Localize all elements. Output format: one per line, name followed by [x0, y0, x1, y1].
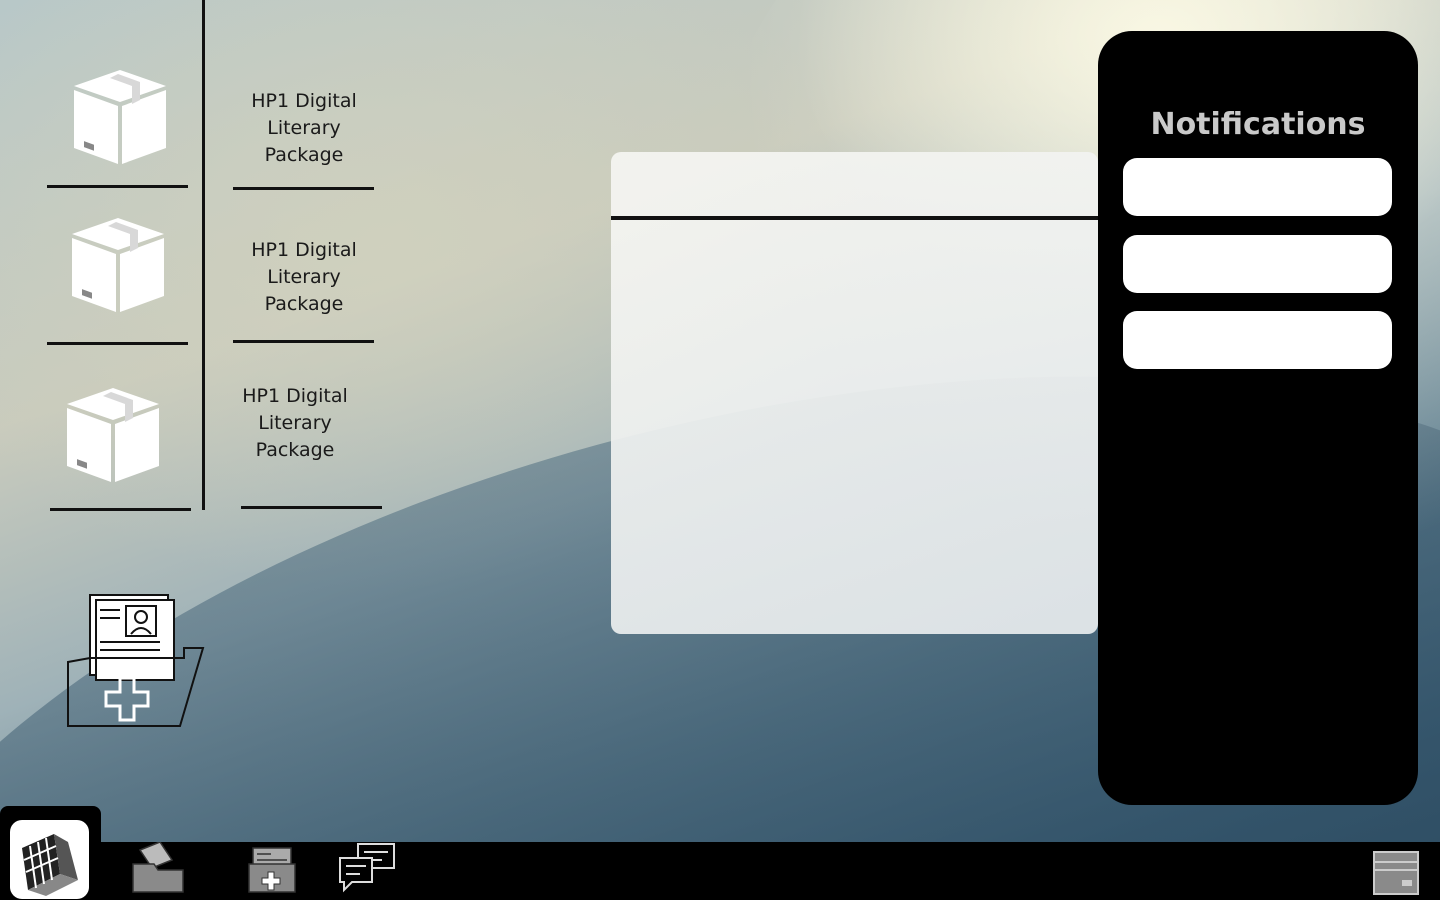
- package-underline: [47, 185, 188, 188]
- package-label[interactable]: HP1 Digital Literary Package: [234, 88, 374, 169]
- notifications-panel: Notifications: [1098, 31, 1418, 805]
- package-label-underline: [241, 506, 382, 509]
- package-label[interactable]: HP1 Digital Literary Package: [225, 383, 365, 464]
- chat-icon[interactable]: [338, 842, 396, 894]
- start-button[interactable]: [10, 820, 89, 899]
- package-underline: [47, 342, 188, 345]
- package-box-icon[interactable]: [68, 214, 168, 314]
- medical-records-icon[interactable]: [247, 846, 297, 894]
- notification-item[interactable]: [1123, 311, 1392, 369]
- medical-records-folder-icon[interactable]: [60, 590, 210, 735]
- window-panel-icon[interactable]: [1372, 850, 1420, 896]
- window-header-divider: [611, 216, 1098, 220]
- app-logo-icon: [22, 834, 78, 896]
- packages-area: HP1 Digital Literary Package HP1 Digital…: [0, 0, 400, 520]
- package-label-underline: [233, 340, 374, 343]
- column-divider: [202, 0, 205, 510]
- files-icon[interactable]: [130, 841, 186, 894]
- package-label-underline: [233, 187, 374, 190]
- package-label[interactable]: HP1 Digital Literary Package: [234, 237, 374, 318]
- window-header[interactable]: [611, 152, 1098, 216]
- package-underline: [50, 508, 191, 511]
- content-window[interactable]: [611, 152, 1098, 634]
- notification-item[interactable]: [1123, 235, 1392, 293]
- notification-item[interactable]: [1123, 158, 1392, 216]
- taskbar: [0, 842, 1440, 900]
- package-box-icon[interactable]: [63, 384, 163, 484]
- notifications-title: Notifications: [1150, 107, 1366, 142]
- package-box-icon[interactable]: [70, 66, 170, 166]
